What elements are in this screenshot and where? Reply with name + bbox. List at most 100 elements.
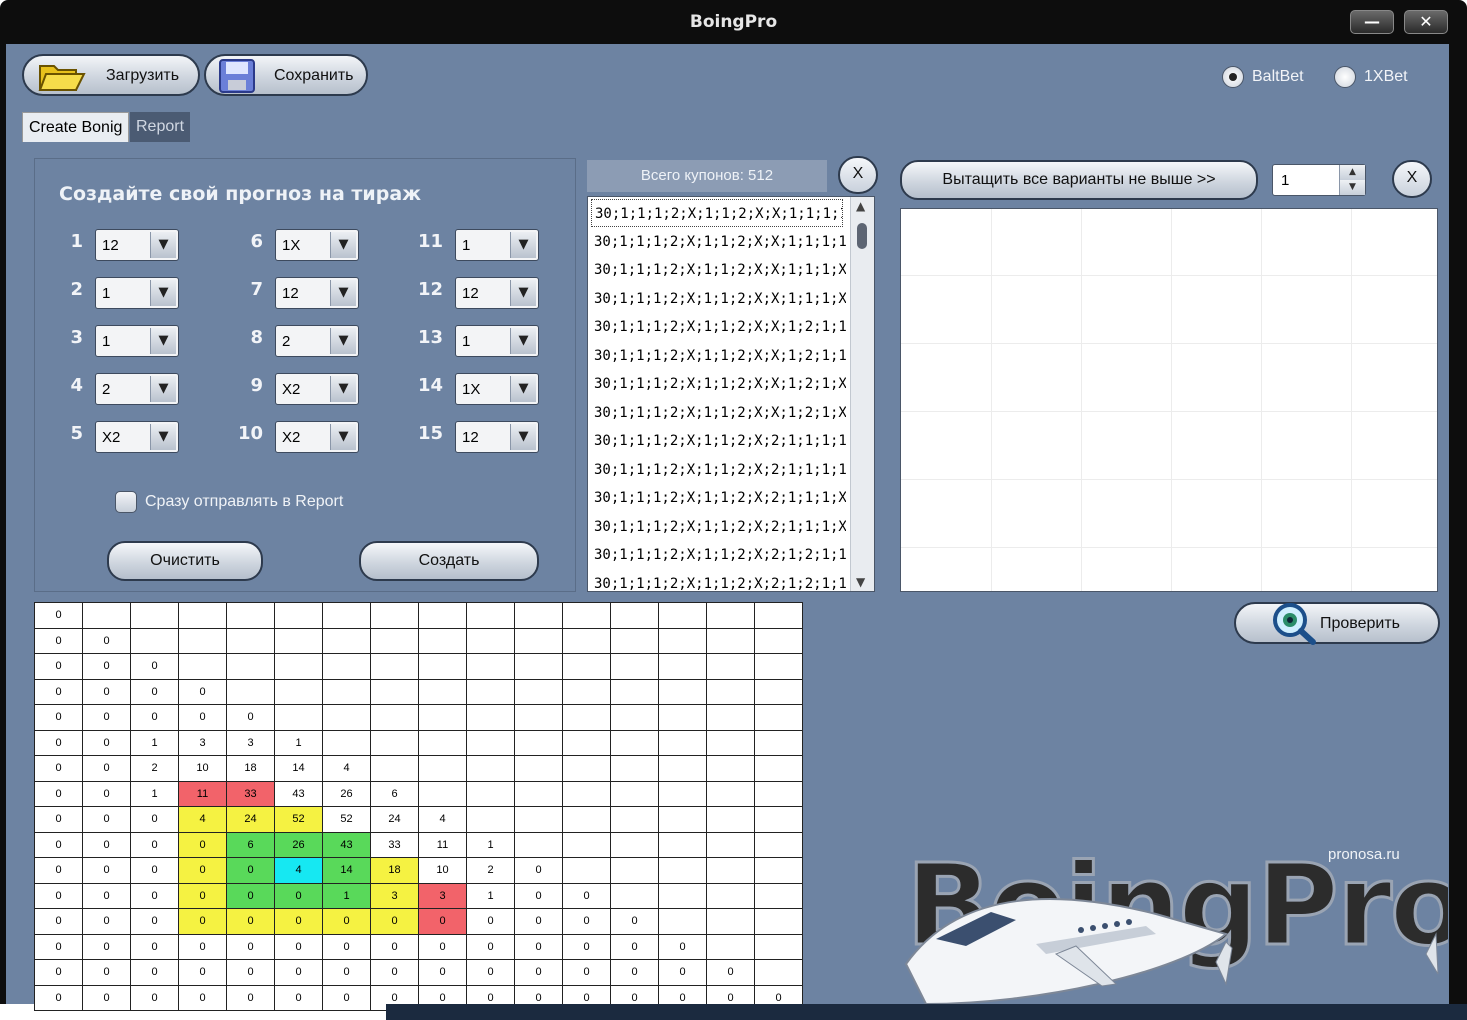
clear-coupons-button[interactable]: X [838,156,878,194]
chevron-down-icon[interactable]: ▼ [330,328,356,354]
close-button[interactable]: ✕ [1404,10,1448,34]
spinner-down-icon[interactable]: ▼ [1339,180,1365,195]
match-outcome-select[interactable]: 2 ▼ [95,373,179,405]
coupon-item[interactable]: 30;1;1;1;2;X;1;1;2;X;X;1;1;1;1;2( [594,228,846,256]
grid-cell [706,806,755,833]
match-outcome-select[interactable]: X2 ▼ [275,373,359,405]
grid-cell [322,627,371,654]
coupon-item[interactable]: 30;1;1;1;2;X;1;1;2;X;X;1;2;1;1;1( [594,313,846,341]
max-level-spinner[interactable]: 1 ▲ ▼ [1272,164,1366,196]
coupon-item[interactable]: 30;1;1;1;2;X;1;1;2;X;X;1;2;1;1;2( [594,342,846,370]
chevron-down-icon[interactable]: ▼ [330,280,356,306]
match-number: 10 [237,423,263,444]
match-outcome-select[interactable]: 1 ▼ [95,325,179,357]
scroll-up-icon[interactable]: ▲ [856,199,865,213]
boingpro-logo: BoingPro [905,840,1448,1004]
match-outcome-select[interactable]: 12 ▼ [95,229,179,261]
coupons-list[interactable]: 30;1;1;1;2;X;1;1;2;X;X;1;1;1;1;1(30;1;1;… [587,196,875,592]
match-outcome-select[interactable]: X2 ▼ [275,421,359,453]
chevron-down-icon[interactable]: ▼ [330,424,356,450]
grid-cell [658,908,707,935]
coupon-item[interactable]: 30;1;1;1;2;X;1;1;2;X;2;1;2;1;1;2( [594,570,846,592]
chevron-down-icon[interactable]: ▼ [150,280,176,306]
coupons-scrollbar[interactable]: ▲ ▼ [850,197,874,591]
coupon-item[interactable]: 30;1;1;1;2;X;1;1;2;X;2;1;2;1;1;1( [594,541,846,569]
match-outcome-select[interactable]: 2 ▼ [275,325,359,357]
chevron-down-icon[interactable]: ▼ [150,328,176,354]
clear-results-button[interactable]: X [1392,160,1432,198]
coupon-item[interactable]: 30;1;1;1;2;X;1;1;2;X;X;1;2;1;X;1( [594,370,846,398]
minimize-button[interactable]: — [1350,10,1394,34]
grid-cell: 0 [226,882,275,909]
match-outcome-select[interactable]: 12 ▼ [455,421,539,453]
chevron-down-icon[interactable]: ▼ [150,376,176,402]
chevron-down-icon[interactable]: ▼ [510,280,536,306]
chevron-down-icon[interactable]: ▼ [510,232,536,258]
chevron-down-icon[interactable]: ▼ [510,328,536,354]
match-outcome-select[interactable]: X2 ▼ [95,421,179,453]
grid-cell [514,831,563,858]
chevron-down-icon[interactable]: ▼ [330,232,356,258]
scrollbar-thumb[interactable] [857,223,867,249]
match-outcome-select[interactable]: 1X ▼ [275,229,359,261]
create-button[interactable]: Создать [359,541,539,581]
match-outcome-select[interactable]: 12 ▼ [455,277,539,309]
match-outcome-value: X2 [102,429,121,446]
grid-cell: 0 [514,959,563,986]
grid-cell: 0 [34,908,83,935]
coupon-item[interactable]: 30;1;1;1;2;X;1;1;2;X;2;1;1;1;X;1( [594,484,846,512]
grid-cell [514,729,563,756]
chevron-down-icon[interactable]: ▼ [330,376,356,402]
coupon-item[interactable]: 30;1;1;1;2;X;1;1;2;X;2;1;1;1;1;2( [594,456,846,484]
radio-1xbet[interactable] [1334,66,1356,88]
match-number: 8 [250,327,263,348]
chevron-down-icon[interactable]: ▼ [150,232,176,258]
coupon-item[interactable]: 30;1;1;1;2;X;1;1;2;X;X;1;2;1;X;2( [594,399,846,427]
grid-cell: 3 [226,729,275,756]
grid-cell [610,806,659,833]
chevron-down-icon[interactable]: ▼ [510,424,536,450]
match-outcome-select[interactable]: 1X ▼ [455,373,539,405]
tab-report[interactable]: Report [130,112,191,142]
match-outcome-select[interactable]: 12 ▼ [275,277,359,309]
match-outcome-select[interactable]: 1 ▼ [455,325,539,357]
grid-cell: 0 [130,678,179,705]
grid-cell: 4 [274,857,323,884]
load-button[interactable]: Загрузить [22,54,200,96]
spinner-up-icon[interactable]: ▲ [1339,165,1365,180]
match-number: 3 [70,327,83,348]
grid-cell: 0 [34,729,83,756]
match-number: 4 [70,375,83,396]
grid-cell: 52 [274,806,323,833]
tab-create-bonig[interactable]: Create Bonig [22,112,130,142]
grid-cell: 0 [82,984,131,1011]
grid-row: 00000 [34,704,803,731]
grid-cell [226,602,275,629]
radio-baltbet-label: BaltBet [1252,68,1304,85]
coupon-item[interactable]: 30;1;1;1;2;X;1;1;2;X;2;1;1;1;X;2( [594,513,846,541]
coupon-item[interactable]: 30;1;1;1;2;X;1;1;2;X;X;1;1;1;X;2( [594,285,846,313]
coupon-item[interactable]: 30;1;1;1;2;X;1;1;2;X;2;1;1;1;1;1( [594,427,846,455]
match-outcome-select[interactable]: 1 ▼ [95,277,179,309]
results-list[interactable] [900,208,1438,592]
grid-cell [658,755,707,782]
grid-row: 0 0 2 10 18 14 4 [34,755,803,782]
chevron-down-icon[interactable]: ▼ [510,376,536,402]
radio-baltbet[interactable] [1222,66,1244,88]
chevron-down-icon[interactable]: ▼ [150,424,176,450]
scroll-down-icon[interactable]: ▼ [856,575,865,589]
grid-cell [178,653,227,680]
grid-cell [610,780,659,807]
save-button[interactable]: Сохранить [204,54,368,96]
check-button[interactable]: Проверить [1234,602,1440,645]
coupon-item[interactable]: 30;1;1;1;2;X;1;1;2;X;X;1;1;1;X;1( [594,256,846,284]
grid-cell [418,780,467,807]
clear-button[interactable]: Очистить [107,541,263,581]
match-number: 12 [417,279,443,300]
send-to-report-checkbox[interactable] [115,491,137,513]
grid-cell: 0 [34,678,83,705]
coupon-item[interactable]: 30;1;1;1;2;X;1;1;2;X;X;1;1;1;1;1( [591,199,843,227]
match-outcome-select[interactable]: 1 ▼ [455,229,539,261]
extract-variants-button[interactable]: Вытащить все варианты не выше >> [900,160,1258,200]
grid-cell [754,908,803,935]
